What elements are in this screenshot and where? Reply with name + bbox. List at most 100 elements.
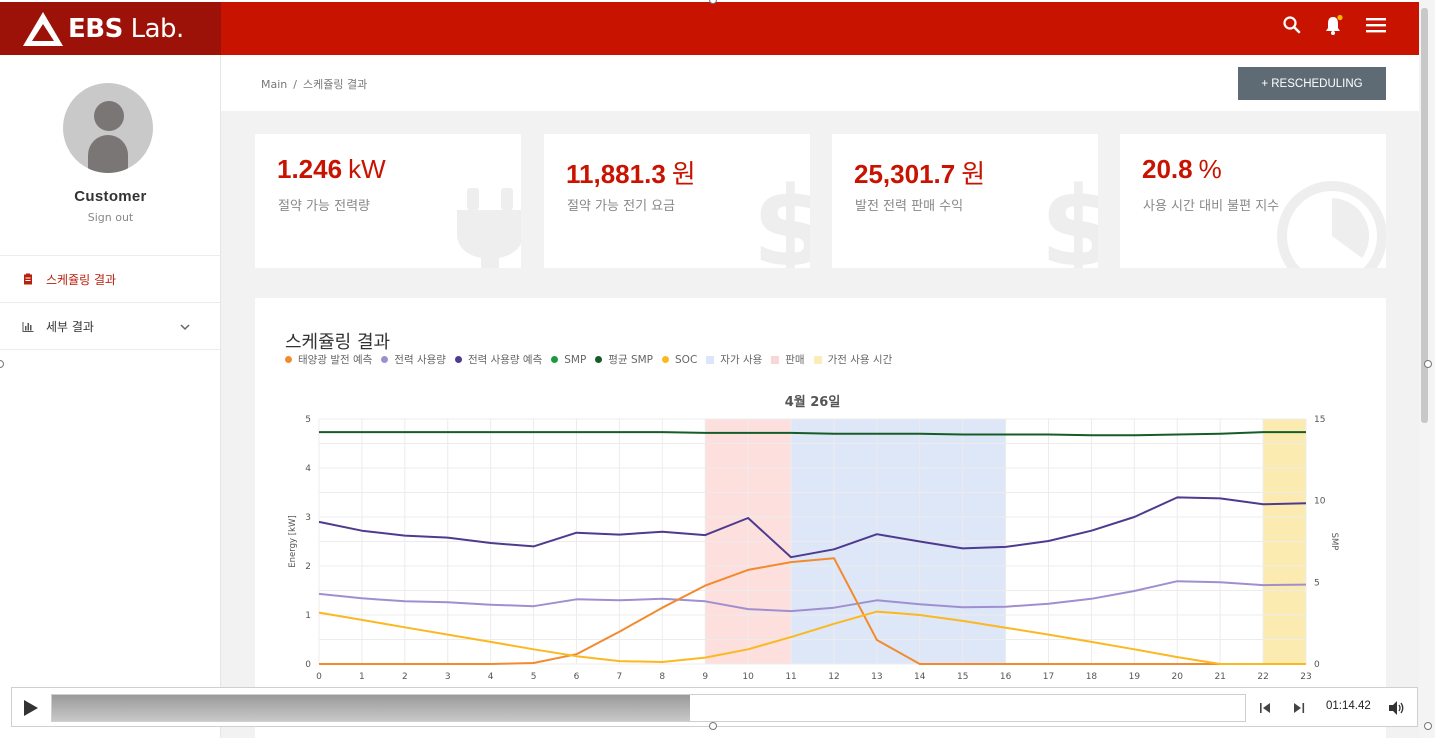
stat-label: 사용 시간 대비 불편 지수 [1143, 199, 1280, 214]
legend-label: 가전 사용 시간 [827, 354, 893, 366]
legend-item[interactable]: SMP [551, 352, 586, 367]
x-tick-label: 1 [359, 672, 365, 682]
x-tick-label: 14 [914, 672, 926, 682]
legend-item[interactable]: 전력 사용량 [381, 352, 446, 367]
breadcrumb-main[interactable]: Main [261, 78, 287, 91]
chevron-down-icon[interactable] [180, 320, 190, 334]
legend-marker [285, 356, 292, 363]
sidebar-item-schedule-result[interactable]: 스케쥴링 결과 [0, 256, 220, 302]
legend-label: SOC [675, 353, 698, 366]
y-tick-label: 3 [305, 513, 311, 523]
resize-handle[interactable] [1424, 360, 1432, 368]
clipboard-icon [22, 273, 34, 285]
video-player-bar: 01:14.42 [11, 687, 1418, 727]
legend-label: 자가 사용 [720, 354, 763, 366]
y-tick-label: 0 [305, 660, 311, 670]
legend-marker [595, 356, 603, 363]
y-tick-label: 1 [305, 611, 311, 621]
rescheduling-button[interactable]: + RESCHEDULING [1238, 67, 1386, 100]
x-tick-label: 19 [1129, 672, 1141, 682]
legend-marker [771, 355, 780, 364]
panel-title: 스케쥴링 결과 [285, 332, 391, 353]
y2-axis-label: SMP [1329, 533, 1339, 551]
menu-icon[interactable] [1363, 12, 1389, 38]
y2-tick-label: 10 [1314, 497, 1326, 507]
logo-triangle-icon [23, 11, 63, 46]
x-tick-label: 23 [1300, 672, 1311, 682]
x-tick-label: 4 [488, 672, 494, 682]
legend-item[interactable]: 판매 [771, 352, 805, 367]
breadcrumb: Main / 스케쥴링 결과 [261, 78, 368, 91]
stat-value: 20.8% [1142, 154, 1222, 184]
x-tick-label: 2 [402, 672, 408, 682]
sidebar-item-label: 세부 결과 [46, 319, 94, 334]
legend-marker [813, 355, 822, 364]
x-tick-label: 9 [702, 672, 708, 682]
resize-handle[interactable] [1424, 722, 1432, 730]
volume-icon[interactable] [1387, 699, 1405, 717]
legend-marker [706, 355, 715, 364]
legend-item[interactable]: 태양광 발전 예측 [285, 352, 372, 367]
legend-item[interactable]: 가전 사용 시간 [813, 352, 893, 367]
stat-card-saving-power: 1.246 kW 절약 가능 전력량 [255, 134, 521, 268]
dollar-icon: $ [752, 163, 810, 268]
x-tick-label: 11 [785, 672, 796, 682]
playback-time: 01:14.42 [1326, 700, 1371, 712]
search-icon[interactable] [1279, 12, 1305, 38]
chart-legend: 태양광 발전 예측 전력 사용량 전력 사용량 예측 SMP 평균 SMP SOC 자가 사… [285, 352, 901, 367]
divider [0, 349, 220, 350]
play-button[interactable] [18, 696, 42, 720]
legend-marker [662, 356, 670, 363]
schedule-chart: 0 1 2 3 4 5 6 7 8 9 10 11 12 13 14 15 16 17 18 19 20 21 22 2301… [288, 394, 1339, 682]
x-tick-label: 6 [574, 672, 580, 682]
legend-label: SMP [564, 353, 587, 366]
chart-title: 4월 26일 [785, 394, 841, 410]
brand-logo[interactable]: EBS Lab. [0, 2, 221, 55]
gauge-icon [1277, 181, 1386, 268]
sidebar: Customer Sign out 스케쥴링 결과 세부 결과 [0, 55, 221, 738]
stat-value: 25,301.7 원 [854, 159, 986, 189]
legend-label: 평균 SMP [608, 354, 654, 366]
y2-tick-label: 0 [1314, 660, 1320, 670]
app-window: { "brand": {"logo_bold": "EBS", "logo_li… [0, 0, 1435, 738]
sidebar-item-detail-result[interactable]: 세부 결과 [0, 303, 220, 349]
legend-item[interactable]: 자가 사용 [706, 352, 762, 367]
y-tick-label: 4 [305, 464, 311, 474]
step-back-icon[interactable] [1256, 699, 1274, 717]
x-tick-label: 16 [1000, 672, 1012, 682]
x-tick-label: 15 [957, 672, 968, 682]
y2-tick-label: 5 [1314, 578, 1320, 588]
bell-icon[interactable] [1320, 12, 1346, 38]
x-tick-label: 5 [531, 672, 537, 682]
legend-label: 태양광 발전 예측 [298, 354, 373, 366]
y-tick-label: 2 [305, 562, 311, 572]
stat-card-sales-revenue: $ 25,301.7 원 발전 전력 판매 수익 [832, 134, 1098, 268]
seek-bar[interactable] [51, 694, 1246, 722]
plug-icon [457, 188, 521, 268]
y2-tick-label: 15 [1314, 415, 1325, 425]
x-tick-label: 22 [1257, 672, 1268, 682]
y-tick-label: 5 [305, 415, 311, 425]
x-tick-label: 10 [742, 672, 754, 682]
seek-bar-fill [52, 695, 691, 721]
step-forward-icon[interactable] [1290, 699, 1308, 717]
sign-out-link[interactable]: Sign out [0, 211, 221, 224]
stat-card-inconvenience-index: 20.8% 사용 시간 대비 불편 지수 [1120, 134, 1386, 268]
stat-label: 절약 가능 전력량 [278, 199, 370, 214]
resize-handle[interactable] [709, 722, 717, 730]
bar-chart-icon [22, 320, 34, 332]
x-tick-label: 20 [1172, 672, 1184, 682]
dollar-icon: $ [1040, 163, 1098, 268]
legend-item[interactable]: 평균 SMP [595, 352, 653, 367]
top-navbar [221, 2, 1419, 55]
legend-marker [551, 356, 559, 363]
user-name: Customer [74, 188, 147, 205]
legend-item[interactable]: 전력 사용량 예측 [454, 352, 543, 367]
legend-marker [454, 356, 462, 363]
x-tick-label: 0 [316, 672, 322, 682]
avatar[interactable] [63, 83, 153, 173]
legend-item[interactable]: SOC [662, 352, 697, 367]
x-tick-label: 17 [1043, 672, 1054, 682]
stat-value: 11,881.3 원 [566, 159, 696, 189]
legend-label: 전력 사용량 예측 [467, 354, 543, 366]
